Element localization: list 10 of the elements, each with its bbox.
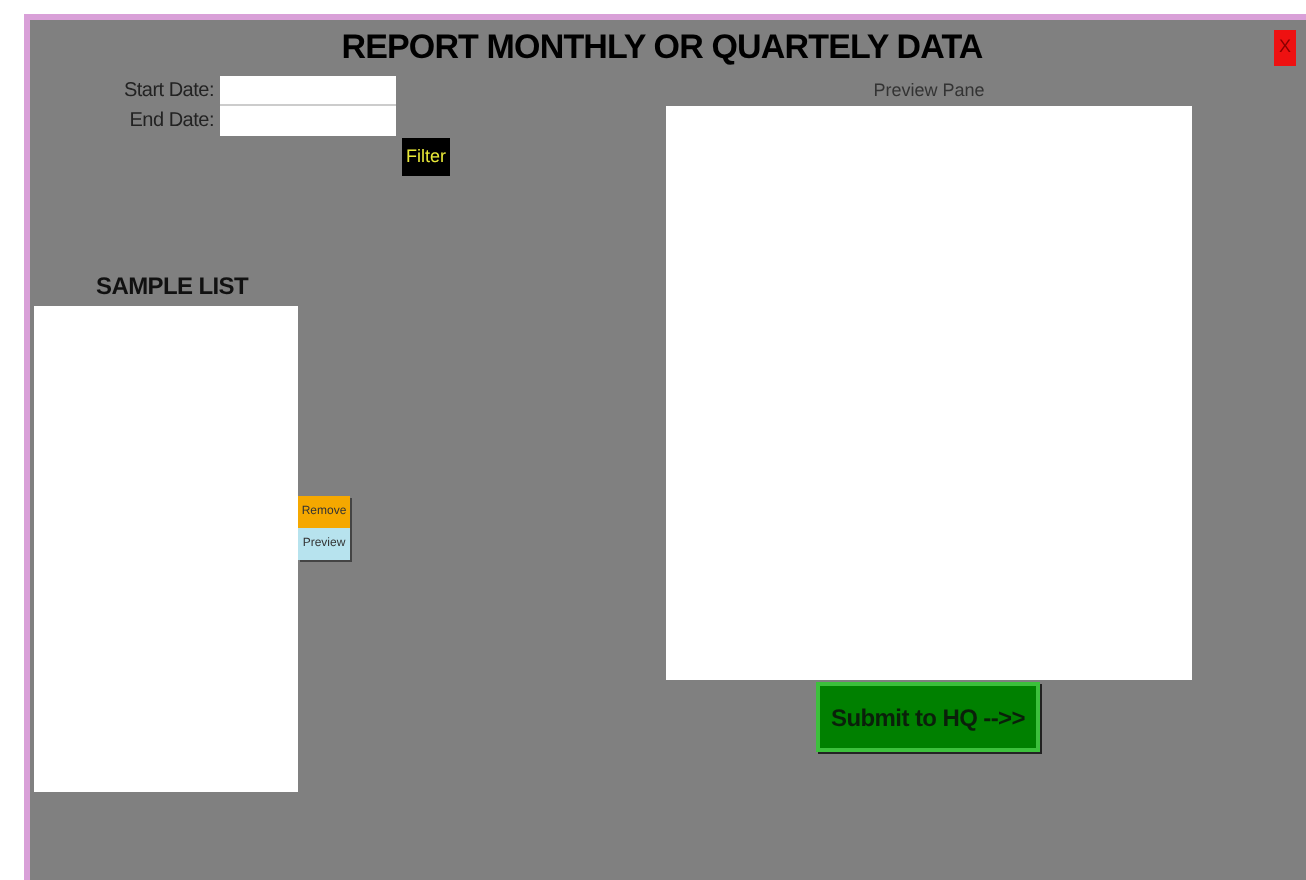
sample-list-title: SAMPLE LIST xyxy=(96,270,251,304)
start-date-label: Start Date: xyxy=(121,78,216,106)
end-date-field[interactable] xyxy=(220,106,396,136)
filter-button[interactable]: Filter xyxy=(402,138,450,176)
window-title: REPORT MONTHLY OR QUARTELY DATA xyxy=(339,30,985,64)
start-date-field[interactable] xyxy=(220,76,396,106)
end-date-label: End Date: xyxy=(127,108,216,136)
sample-list[interactable] xyxy=(34,306,298,792)
submit-button[interactable]: Submit to HQ -->> xyxy=(816,682,1040,752)
preview-pane-title: Preview Pane xyxy=(871,78,987,104)
